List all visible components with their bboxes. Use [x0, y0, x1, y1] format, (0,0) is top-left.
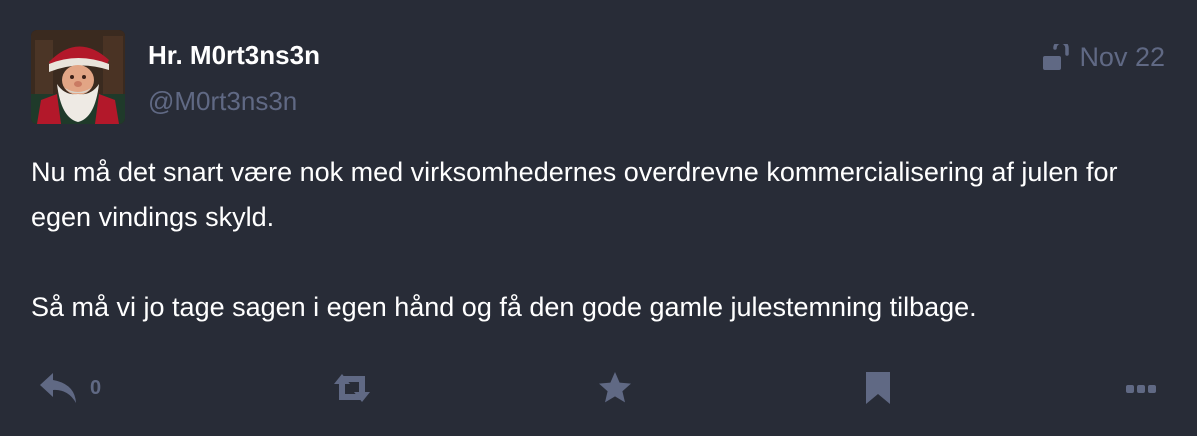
bookmark-button[interactable]	[864, 366, 892, 410]
action-bar: 0	[0, 366, 1197, 410]
reply-count: 0	[90, 376, 102, 399]
ellipsis-icon	[1126, 385, 1156, 393]
bookmark-icon	[866, 372, 890, 404]
content-paragraph-2: Så må vi jo tage sagen i egen hånd og få…	[31, 292, 977, 322]
status-content: Nu må det snart være nok med virksomhede…	[31, 150, 1171, 330]
content-paragraph-1: Nu må det snart være nok med virksomhede…	[31, 157, 1118, 232]
status-meta: Nov 22	[1041, 39, 1165, 73]
reply-button[interactable]: 0	[38, 366, 101, 410]
account-handle[interactable]: @M0rt3ns3n	[148, 86, 297, 117]
more-button[interactable]	[1124, 366, 1158, 410]
favourite-button[interactable]	[597, 366, 633, 410]
retweet-icon	[334, 374, 370, 402]
unlock-icon	[1041, 39, 1071, 72]
star-icon	[599, 372, 631, 403]
boost-button[interactable]	[330, 366, 374, 410]
status-date[interactable]: Nov 22	[1079, 42, 1165, 73]
display-name[interactable]: Hr. M0rt3ns3n	[148, 40, 320, 71]
avatar[interactable]	[31, 30, 125, 124]
status-card: Hr. M0rt3ns3n @M0rt3ns3n Nov 22 Nu må de…	[0, 0, 1197, 436]
reply-icon	[40, 373, 76, 403]
santa-avatar-image	[31, 30, 125, 124]
